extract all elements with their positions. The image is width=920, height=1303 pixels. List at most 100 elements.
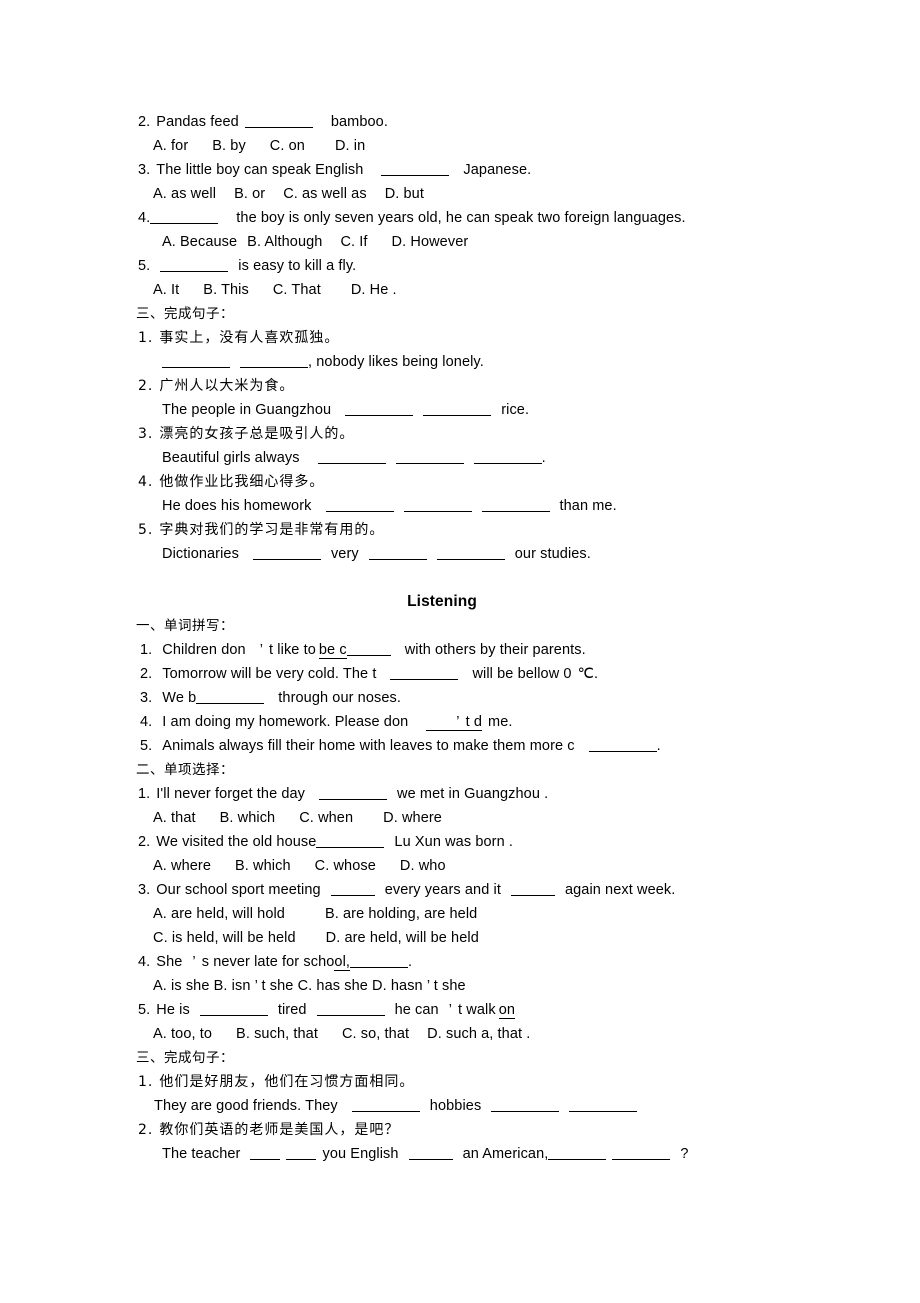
option-b[interactable]: B. which: [220, 810, 276, 826]
option-c[interactable]: C. If: [340, 234, 367, 250]
answer-blank[interactable]: [250, 1159, 281, 1160]
answer-blank[interactable]: [316, 1015, 385, 1016]
question-stem-mid: every years and it: [384, 882, 501, 898]
answer-blank[interactable]: [510, 895, 555, 896]
option-c[interactable]: C. on: [270, 138, 305, 154]
english-text: Dictionaries: [162, 546, 239, 562]
option-b[interactable]: B. which: [235, 858, 291, 874]
option-a[interactable]: A. Because: [162, 234, 237, 250]
answer-blank[interactable]: [316, 847, 385, 848]
answer-blank[interactable]: [612, 1159, 671, 1160]
option-d[interactable]: D. who: [400, 858, 446, 874]
answer-blank[interactable]: [368, 559, 427, 560]
answer-blank[interactable]: [346, 655, 391, 656]
completion-section-top: 三、完成句子： 1. 事实上，没有人喜欢孤独。 , nobody likes be…: [120, 302, 800, 566]
option-a[interactable]: A. where: [153, 858, 211, 874]
answer-blank[interactable]: [252, 559, 321, 560]
option-row[interactable]: A. is she B. isn ’ t she C. has she D. h…: [120, 974, 800, 998]
answer-blank[interactable]: [491, 1111, 560, 1112]
chinese-text: 字典对我们的学习是非常有用的。: [159, 522, 385, 538]
question-stem-tail: Lu Xun was born .: [394, 834, 513, 850]
answer-blank[interactable]: [588, 751, 657, 752]
option-a[interactable]: A. as well: [153, 186, 216, 202]
section-header: 三、完成句子：: [136, 306, 234, 322]
answer-blank[interactable]: [325, 511, 394, 512]
item-number: 4.: [140, 714, 153, 730]
answer-blank[interactable]: [351, 1111, 420, 1112]
answer-blank[interactable]: [403, 511, 472, 512]
option-a[interactable]: A. for: [153, 138, 188, 154]
section-header: 二、单项选择：: [136, 762, 234, 778]
text-fragment: me.: [488, 714, 513, 730]
chinese-prompt-row: 2. 教你们英语的老师是美国人，是吧？: [120, 1118, 800, 1142]
answer-blank[interactable]: [199, 1015, 268, 1016]
answer-blank[interactable]: [240, 367, 308, 368]
spelling-row: 4. I am doing my homework. Please don ’ t d…: [120, 710, 800, 734]
option-row: A. where B. which C. whose D. who: [120, 854, 800, 878]
answer-blank[interactable]: [162, 367, 230, 368]
option-d[interactable]: D. are held, will be held: [326, 930, 479, 946]
underlined-answer-area[interactable]: ’ t d: [426, 714, 483, 731]
question-stem: The little boy can speak English: [156, 162, 364, 178]
item-number: 4.: [138, 474, 154, 490]
answer-blank[interactable]: [150, 223, 219, 224]
option-b[interactable]: B. Although: [247, 234, 322, 250]
option-c[interactable]: C. when: [299, 810, 353, 826]
answer-blank[interactable]: [390, 679, 459, 680]
option-c[interactable]: C. as well as: [283, 186, 367, 202]
question-stem-tail: he can: [394, 1002, 439, 1018]
spelling-row: 3. We b through our noses.: [120, 686, 800, 710]
answer-blank[interactable]: [569, 1111, 638, 1112]
english-text-tail: than me.: [559, 498, 617, 514]
english-answer-row: The teacher you English an American,?: [120, 1142, 800, 1166]
answer-blank[interactable]: [350, 967, 409, 968]
option-d[interactable]: D. However: [392, 234, 469, 250]
english-text-mid: hobbies: [429, 1098, 482, 1114]
answer-blank[interactable]: [395, 463, 464, 464]
option-b[interactable]: B. or: [234, 186, 265, 202]
answer-blank[interactable]: [317, 463, 386, 464]
option-b[interactable]: B. This: [203, 282, 249, 298]
question-stem: Our school sport meeting: [156, 882, 321, 898]
answer-blank[interactable]: [473, 463, 542, 464]
answer-blank[interactable]: [548, 1159, 607, 1160]
option-d[interactable]: D. where: [383, 810, 442, 826]
option-d[interactable]: D. He .: [351, 282, 397, 298]
answer-blank[interactable]: [481, 511, 550, 512]
option-d[interactable]: D. but: [385, 186, 424, 202]
question-stem-tail: the boy is only seven years old, he can …: [236, 210, 686, 226]
answer-blank[interactable]: [381, 175, 450, 176]
question-number: 4.: [138, 954, 151, 970]
answer-blank[interactable]: [436, 559, 505, 560]
answer-blank[interactable]: [330, 895, 375, 896]
answer-blank[interactable]: [345, 415, 414, 416]
option-b[interactable]: B. by: [212, 138, 246, 154]
option-d[interactable]: D. such a, that .: [427, 1026, 530, 1042]
listening-part-two: 二、单项选择： 1. I'll never forget the day we me…: [120, 758, 800, 1046]
option-a[interactable]: A. that: [153, 810, 196, 826]
english-text-mid2: an American,: [462, 1146, 549, 1162]
option-c[interactable]: C. whose: [315, 858, 376, 874]
question-stem-tail: again next week.: [564, 882, 676, 898]
option-a[interactable]: A. too, to: [153, 1026, 212, 1042]
english-text-tail: rice.: [501, 402, 530, 418]
option-c[interactable]: C. is held, will be held: [153, 930, 296, 946]
answer-blank[interactable]: [286, 1159, 317, 1160]
question-stem-tail: Japanese.: [463, 162, 532, 178]
options-inline[interactable]: A. is she B. isn ’ t she C. has she D. h…: [153, 978, 466, 994]
question-row: 2. Pandas feed bamboo.: [120, 110, 800, 134]
option-b[interactable]: B. such, that: [236, 1026, 318, 1042]
option-c[interactable]: C. so, that: [342, 1026, 409, 1042]
answer-blank[interactable]: [196, 703, 265, 704]
option-c[interactable]: C. That: [273, 282, 321, 298]
answer-blank[interactable]: [319, 799, 388, 800]
answer-blank[interactable]: [423, 415, 492, 416]
question-row: 4. the boy is only seven years old, he ca…: [120, 206, 800, 230]
option-a[interactable]: A. are held, will hold: [153, 906, 285, 922]
answer-blank[interactable]: [244, 127, 313, 128]
option-b[interactable]: B. are holding, are held: [325, 906, 477, 922]
answer-blank[interactable]: [408, 1159, 453, 1160]
option-d[interactable]: D. in: [335, 138, 365, 154]
option-a[interactable]: A. It: [153, 282, 179, 298]
answer-blank[interactable]: [160, 271, 229, 272]
